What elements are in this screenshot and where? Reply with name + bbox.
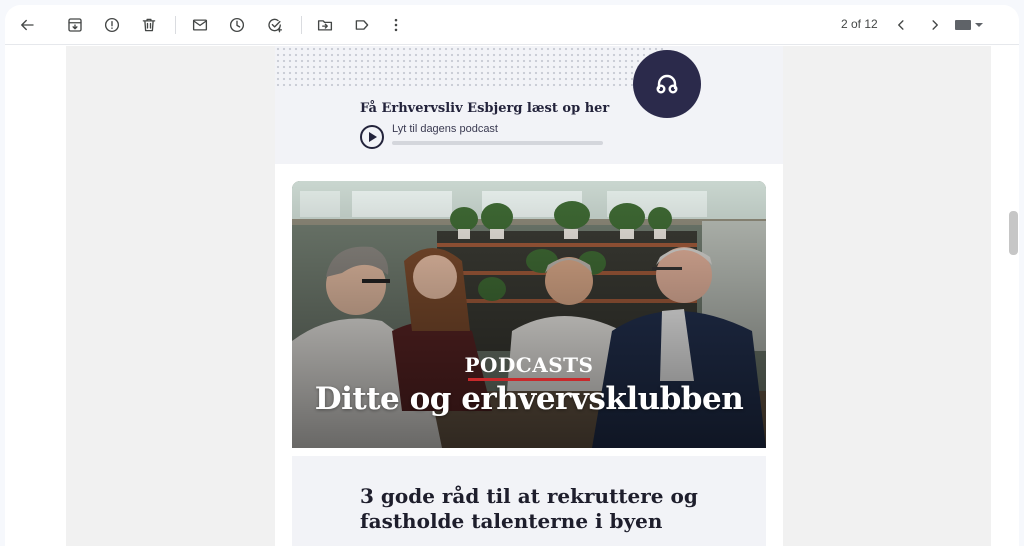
archive-button[interactable] (59, 9, 91, 41)
headphones-icon (656, 74, 678, 94)
label-icon (355, 20, 369, 30)
article-teaser: 3 gode råd til at rekruttere og fasthold… (292, 456, 766, 546)
report-spam-icon (104, 17, 120, 33)
add-to-tasks-button[interactable] (259, 9, 291, 41)
archive-icon (68, 18, 82, 32)
folder-move-icon (317, 20, 333, 31)
envelope-icon (192, 19, 208, 31)
add-task-icon (268, 18, 283, 33)
pagination-text: 2 of 12 (841, 17, 878, 31)
play-icon (369, 132, 377, 142)
chevron-left-icon (898, 20, 904, 30)
article-headline-link[interactable]: 3 gode råd til at rekruttere og fasthold… (360, 484, 720, 534)
podcast-hero-banner[interactable]: PODCASTS Ditte og erhvervsklubben (292, 181, 766, 448)
trash-icon (142, 18, 156, 32)
podcast-title: Få Erhvervsliv Esbjerg læst op her (360, 101, 610, 116)
chevron-right-icon (932, 20, 938, 30)
play-button[interactable] (360, 125, 384, 149)
mark-unread-button[interactable] (184, 9, 216, 41)
delete-button[interactable] (133, 9, 165, 41)
audio-progress-bar[interactable] (392, 141, 603, 145)
podcasts-label: PODCASTS (464, 353, 594, 377)
more-options-button[interactable] (380, 9, 412, 41)
newer-button[interactable] (919, 9, 951, 41)
dot-pattern-decoration (275, 46, 665, 86)
caret-down-icon (975, 23, 983, 27)
report-spam-button[interactable] (96, 9, 128, 41)
vertical-scrollbar-thumb[interactable] (1009, 211, 1018, 255)
arrow-left-icon (21, 19, 34, 31)
keyboard-icon (955, 20, 971, 30)
podcast-player-bar: Få Erhvervsliv Esbjerg læst op her Lyt t… (275, 46, 783, 164)
podcast-subtitle: Lyt til dagens podcast (392, 123, 498, 135)
input-tools-button[interactable] (955, 17, 983, 33)
newsletter-email: Få Erhvervsliv Esbjerg læst op her Lyt t… (275, 46, 783, 546)
more-vert-icon (394, 18, 398, 32)
message-body-viewport: Få Erhvervsliv Esbjerg læst op her Lyt t… (5, 46, 1019, 546)
back-button[interactable] (11, 9, 43, 41)
podcast-headphones-button[interactable] (633, 50, 701, 118)
clock-icon (229, 17, 245, 33)
message-toolbar: 2 of 12 (5, 5, 1019, 45)
labels-button[interactable] (346, 9, 378, 41)
move-to-button[interactable] (309, 9, 341, 41)
toolbar-divider (175, 16, 176, 34)
gmail-window: 2 of 12 Få Erhvervsliv Esbjerg læst op h… (5, 5, 1019, 546)
episode-title: Ditte og erhvervsklubben (314, 381, 744, 417)
snooze-button[interactable] (221, 9, 253, 41)
older-button[interactable] (885, 9, 917, 41)
toolbar-divider (301, 16, 302, 34)
